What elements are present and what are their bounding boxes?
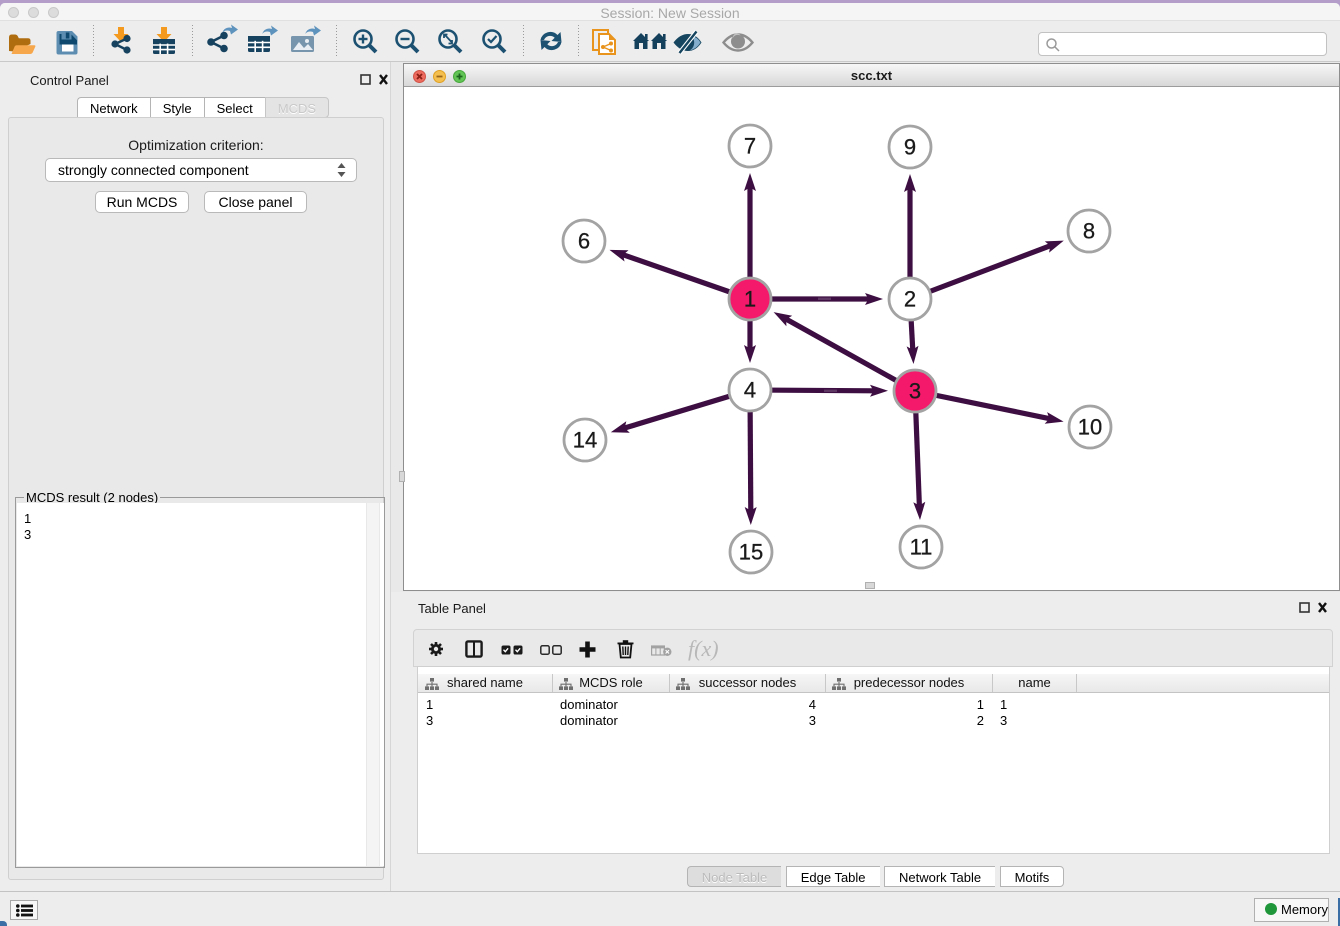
- svg-text:9: 9: [904, 135, 916, 160]
- svg-text:2: 2: [904, 287, 916, 312]
- svg-text:8: 8: [1083, 219, 1095, 244]
- svg-text:1: 1: [744, 287, 756, 312]
- svg-text:11: 11: [910, 535, 933, 560]
- svg-text:6: 6: [578, 229, 590, 254]
- svg-text:14: 14: [573, 428, 597, 453]
- svg-text:7: 7: [744, 134, 756, 159]
- svg-text:4: 4: [744, 378, 756, 403]
- svg-text:15: 15: [739, 540, 763, 565]
- svg-text:3: 3: [909, 379, 921, 404]
- svg-text:10: 10: [1078, 415, 1102, 440]
